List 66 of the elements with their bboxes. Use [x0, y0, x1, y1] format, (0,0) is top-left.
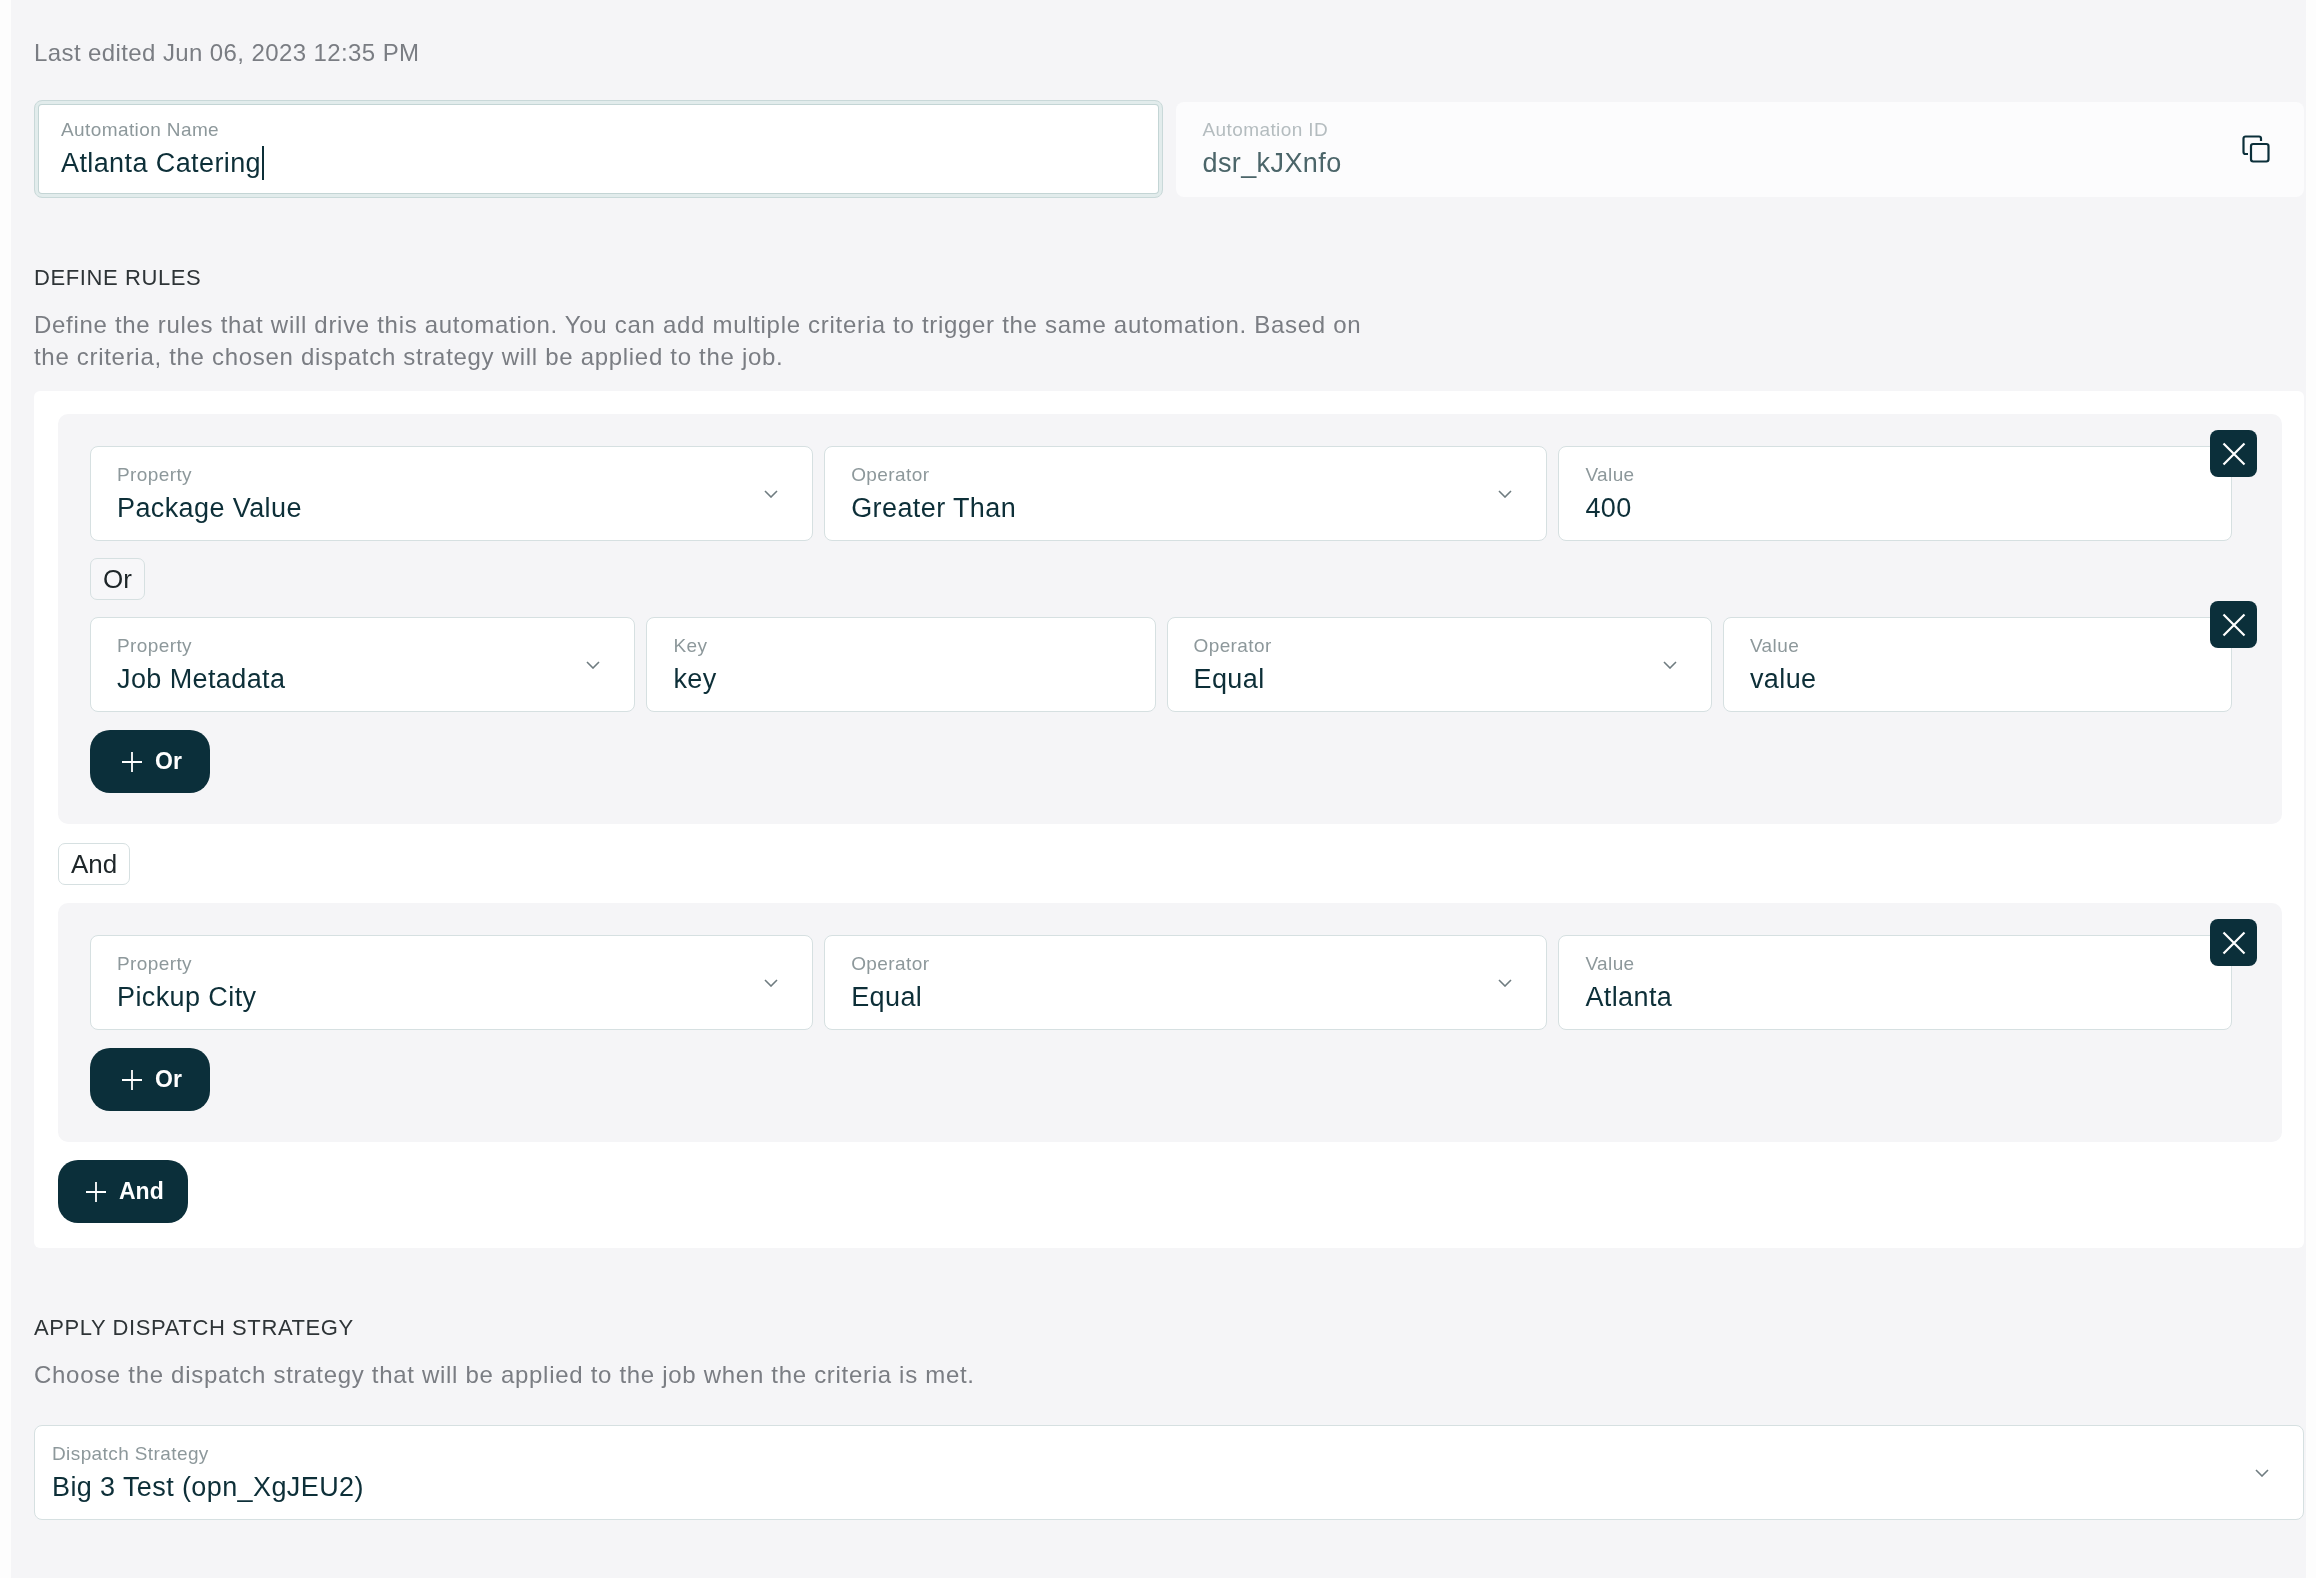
chevron-down-icon	[586, 660, 601, 669]
field-label: Property	[117, 462, 192, 487]
field-value: Package Value	[117, 491, 302, 525]
remove-button[interactable]	[2210, 430, 2257, 477]
add-or-button[interactable]: Or	[90, 1048, 210, 1111]
dropdown-field[interactable]: Property Job Metadata	[90, 617, 636, 712]
chevron-down-icon	[764, 978, 779, 987]
text-field[interactable]: Automation ID dsr_kJXnfo	[1175, 101, 2304, 197]
remove-button[interactable]	[2210, 601, 2257, 648]
close-icon	[2221, 612, 2246, 637]
logic-operator-label: Or	[90, 558, 145, 600]
logic-operator-label: And	[58, 843, 131, 885]
field-value: Equal	[1193, 662, 1265, 696]
add-or-button[interactable]: Or	[90, 730, 210, 793]
dropdown-field[interactable]: Property Pickup City	[90, 935, 814, 1030]
chevron-down-icon	[1662, 660, 1677, 669]
field-value: Pickup City	[117, 980, 257, 1014]
close-icon	[2221, 930, 2246, 955]
field-label: Property	[117, 633, 192, 658]
section-description: Choose the dispatch strategy that will be applied to the job when the criteria is met.	[34, 1360, 975, 1390]
field-value: Equal	[851, 980, 923, 1014]
text-field[interactable]: Automation Name Atlanta Catering	[34, 100, 1163, 198]
field-value: Atlanta Catering	[61, 146, 264, 180]
section-heading: APPLY DISPATCH STRATEGY	[34, 1314, 354, 1342]
field-value: 400	[1585, 491, 1632, 525]
field-label: Dispatch Strategy	[52, 1441, 209, 1466]
dropdown-field[interactable]: Operator Equal	[1166, 617, 1712, 712]
text-field[interactable]: Value 400	[1558, 446, 2232, 541]
dropdown-field[interactable]: Operator Greater Than	[824, 446, 1548, 541]
field-label: Operator	[1193, 633, 1272, 658]
last-edited-text: Last edited Jun 06, 2023 12:35 PM	[34, 38, 420, 68]
chevron-down-icon	[1498, 489, 1513, 498]
field-label: Value	[1585, 462, 1635, 487]
dropdown-field[interactable]: Operator Equal	[824, 935, 1548, 1030]
plus-icon	[86, 1181, 106, 1202]
chevron-down-icon	[1498, 978, 1513, 987]
field-label: Operator	[851, 951, 930, 976]
field-label: Key	[673, 633, 708, 658]
section-heading: DEFINE RULES	[34, 264, 202, 292]
close-icon	[2221, 441, 2246, 466]
dropdown-field[interactable]: Dispatch Strategy Big 3 Test (opn_XgJEU2)	[34, 1425, 2304, 1520]
field-value: Big 3 Test (opn_XgJEU2)	[52, 1470, 364, 1504]
field-value: dsr_kJXnfo	[1202, 147, 1342, 180]
dropdown-field[interactable]: Property Package Value	[90, 446, 814, 541]
plus-icon	[122, 751, 142, 772]
field-label: Value	[1749, 633, 1800, 658]
remove-button[interactable]	[2210, 919, 2257, 966]
field-value: key	[673, 662, 717, 696]
add-and-button[interactable]: And	[58, 1160, 188, 1223]
field-value: Greater Than	[851, 491, 1017, 525]
chevron-down-icon	[2255, 1468, 2269, 1477]
text-field[interactable]: Value value	[1722, 617, 2232, 712]
field-label: Automation ID	[1202, 118, 1329, 142]
text-field[interactable]: Key key	[646, 617, 1156, 712]
field-label: Property	[117, 951, 192, 976]
section-description: Define the rules that will drive this automation. You can add multiple criteria to trigger the same automation. Based on the criteria, the chosen dispatch strategy will be applied to the job.	[34, 310, 1363, 372]
copy-icon[interactable]	[2241, 134, 2271, 164]
field-value: value	[1749, 662, 1817, 696]
plus-icon	[122, 1069, 142, 1090]
field-label: Value	[1585, 951, 1635, 976]
text-field[interactable]: Value Atlanta	[1558, 935, 2232, 1030]
field-label: Automation Name	[61, 118, 220, 142]
field-label: Operator	[851, 462, 930, 487]
chevron-down-icon	[764, 489, 779, 498]
field-value: Job Metadata	[117, 662, 286, 696]
field-value: Atlanta	[1585, 980, 1673, 1014]
